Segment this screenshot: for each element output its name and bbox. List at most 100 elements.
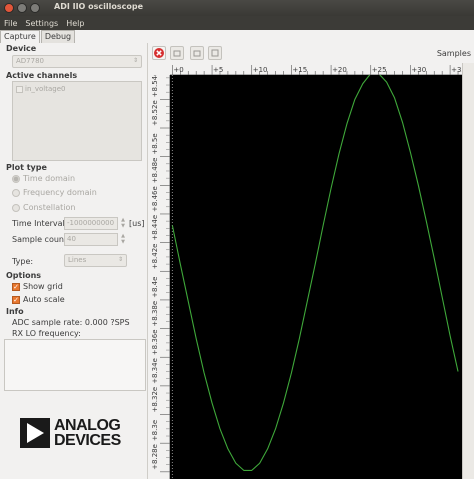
- y-tick-label: +8.46e: [151, 186, 159, 212]
- save-plot-button[interactable]: [208, 46, 222, 60]
- radio-frequency-domain-button[interactable]: [12, 188, 20, 197]
- menu-file[interactable]: File: [4, 19, 17, 28]
- zoom-in-button[interactable]: [170, 46, 184, 60]
- y-tick-label: +8.32e: [151, 387, 159, 413]
- auto-scale-checkbox[interactable]: ✓: [12, 295, 20, 304]
- options-heading: Options: [6, 271, 42, 280]
- minimize-window-button[interactable]: [17, 3, 27, 13]
- y-tick-label: +8.36e: [151, 329, 159, 355]
- type-label: Type:: [12, 257, 34, 266]
- y-tick-label: +8.44e: [151, 215, 159, 241]
- plot-panel: Samples +0+5+10+15+20+25+30+35 +8.28e+8.…: [148, 43, 474, 479]
- radio-time-domain-button[interactable]: [12, 174, 20, 183]
- menu-settings[interactable]: Settings: [25, 19, 58, 28]
- analog-devices-logo: ANALOG DEVICES: [20, 417, 121, 449]
- show-grid-checkbox[interactable]: ✓: [12, 282, 20, 291]
- stepper-down-icon[interactable]: ▼: [119, 239, 127, 245]
- sample-count-input[interactable]: 40: [64, 233, 118, 246]
- type-select-value: Lines: [68, 256, 87, 264]
- x-axis-ruler: +0 +5 +10 +15 +20 +25 +30 +35: [170, 65, 466, 75]
- x-tick-label: +0: [173, 66, 183, 74]
- settings-panel: Device AD7780 ⇕ Active channels in_volta…: [0, 43, 148, 479]
- x-axis-ticks: +0 +5 +10 +15 +20 +25 +30 +35: [172, 65, 466, 75]
- x-tick-label: +5: [213, 66, 223, 74]
- stop-capture-button[interactable]: [152, 46, 166, 60]
- device-heading: Device: [6, 44, 37, 53]
- channel-list: in_voltage0: [12, 81, 142, 161]
- adc-sample-rate: ADC sample rate: 0.000 ?SPS: [12, 318, 130, 327]
- sample-count-label: Sample count:: [12, 235, 70, 244]
- chevron-updown-icon: ⇕: [132, 57, 138, 64]
- time-interval-stepper[interactable]: ▲ ▼: [119, 217, 127, 229]
- stepper-down-icon[interactable]: ▼: [119, 223, 127, 229]
- show-grid-option[interactable]: ✓ Show grid: [12, 282, 63, 291]
- y-tick-label: +8.48e: [151, 158, 159, 184]
- channel-checkbox[interactable]: [16, 85, 23, 93]
- time-interval-value: -1000000000: [67, 219, 115, 227]
- auto-scale-label: Auto scale: [23, 295, 65, 304]
- window-title: ADI IIO oscilloscope: [54, 2, 144, 11]
- maximize-window-button[interactable]: [30, 3, 40, 13]
- zoom-out-icon: [193, 50, 201, 57]
- logo-line-2: DEVICES: [54, 432, 121, 449]
- series-line: [171, 73, 459, 471]
- show-grid-label: Show grid: [23, 282, 63, 291]
- radio-time-domain[interactable]: Time domain: [12, 174, 75, 183]
- save-icon: [211, 49, 219, 57]
- zoom-out-button[interactable]: [190, 46, 204, 60]
- tab-debug[interactable]: Debug: [40, 30, 76, 43]
- radio-frequency-domain-label: Frequency domain: [23, 188, 97, 197]
- y-tick-label: +8.42e: [151, 244, 159, 270]
- y-axis-ticks: +8.28e +8.3e +8.32e +8.34e +8.36e +8.38e +8.4e…: [151, 72, 170, 473]
- auto-scale-option[interactable]: ✓ Auto scale: [12, 295, 65, 304]
- y-tick-label: +8.4e: [151, 277, 159, 298]
- device-select-value: AD7780: [16, 57, 44, 65]
- x-tick-label: +10: [253, 66, 268, 74]
- info-text-box: [4, 339, 146, 391]
- y-tick-label: +8.5e: [151, 133, 159, 154]
- y-tick-label: +8.52e: [151, 100, 159, 126]
- x-tick-label: +30: [411, 66, 426, 74]
- time-interval-input[interactable]: -1000000000: [64, 217, 118, 230]
- y-tick-label: +8.54e: [151, 75, 159, 97]
- channel-label: in_voltage0: [25, 85, 66, 93]
- stop-icon: [154, 48, 164, 58]
- tab-capture[interactable]: Capture: [0, 30, 40, 43]
- window-controls: [4, 3, 40, 13]
- chevron-updown-icon: ⇕: [117, 256, 123, 263]
- channel-item[interactable]: in_voltage0: [16, 85, 66, 93]
- x-tick-label: +35: [451, 66, 462, 74]
- time-interval-label: Time Interval:: [12, 219, 68, 228]
- radio-time-domain-label: Time domain: [23, 174, 76, 183]
- y-tick-label: +8.3e: [151, 420, 159, 441]
- rx-lo-frequency: RX LO frequency:: [12, 329, 81, 338]
- tab-bar: Capture Debug: [0, 30, 76, 43]
- y-tick-label: +8.38e: [151, 301, 159, 327]
- menu-help[interactable]: Help: [66, 19, 84, 28]
- zoom-in-icon: [173, 50, 181, 57]
- logo-line-1: ANALOG: [54, 417, 121, 434]
- active-channels-heading: Active channels: [6, 71, 78, 80]
- y-tick-label: +8.34e: [151, 358, 159, 384]
- x-tick-label: +15: [292, 66, 307, 74]
- plot-type-heading: Plot type: [6, 163, 47, 172]
- radio-constellation[interactable]: Constellation: [12, 203, 75, 212]
- plot-canvas[interactable]: [170, 73, 462, 479]
- type-select[interactable]: Lines ⇕: [64, 254, 127, 267]
- y-axis-ruler: +8.28e +8.3e +8.32e +8.34e +8.36e +8.38e +8.4e…: [148, 72, 170, 479]
- adi-triangle-logo-icon: [20, 418, 50, 448]
- x-tick-label: +20: [332, 66, 347, 74]
- device-select[interactable]: AD7780 ⇕: [12, 55, 142, 68]
- radio-frequency-domain[interactable]: Frequency domain: [12, 188, 97, 197]
- sample-count-value: 40: [67, 235, 76, 243]
- close-window-button[interactable]: [4, 3, 14, 13]
- plot-scrollbar[interactable]: [462, 63, 474, 479]
- samples-label: Samples: [436, 49, 471, 58]
- sample-count-stepper[interactable]: ▲ ▼: [119, 233, 127, 245]
- menu-bar: File Settings Help: [0, 16, 474, 30]
- x-tick-label: +25: [372, 66, 387, 74]
- info-heading: Info: [6, 307, 24, 316]
- oscilloscope-plot[interactable]: [170, 73, 462, 479]
- y-tick-label: +8.28e: [151, 444, 159, 470]
- radio-constellation-button[interactable]: [12, 203, 20, 212]
